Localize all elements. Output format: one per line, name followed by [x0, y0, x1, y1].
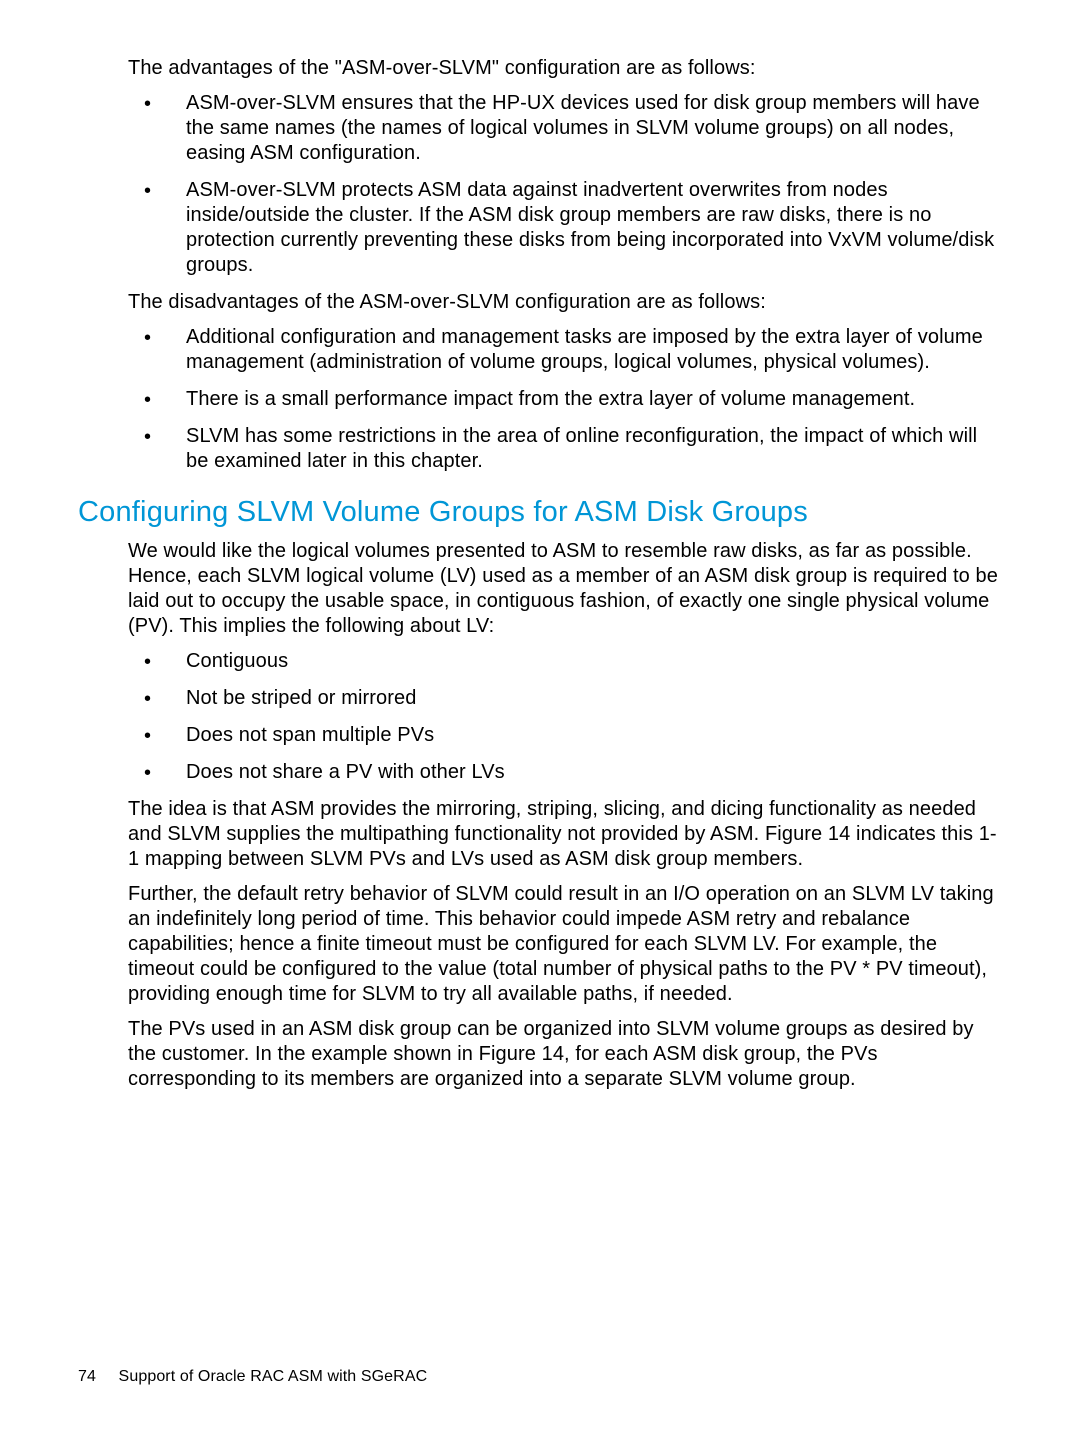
- page-content: The advantages of the "ASM-over-SLVM" co…: [0, 0, 1080, 1092]
- list-item: Does not share a PV with other LVs: [128, 760, 1002, 785]
- list-item: ASM-over-SLVM protects ASM data against …: [128, 178, 1002, 278]
- body-indent-block: The advantages of the "ASM-over-SLVM" co…: [128, 56, 1002, 474]
- page-number: 74: [78, 1368, 96, 1385]
- body-indent-block-2: We would like the logical volumes presen…: [128, 539, 1002, 1092]
- lv-requirements-list: Contiguous Not be striped or mirrored Do…: [128, 649, 1002, 785]
- paragraph-pvs: The PVs used in an ASM disk group can be…: [128, 1017, 1002, 1092]
- list-item: Contiguous: [128, 649, 1002, 674]
- paragraph-lv-intro: We would like the logical volumes presen…: [128, 539, 1002, 639]
- section-heading-configuring-slvm: Configuring SLVM Volume Groups for ASM D…: [78, 496, 1002, 529]
- paragraph-idea: The idea is that ASM provides the mirror…: [128, 797, 1002, 872]
- advantages-intro: The advantages of the "ASM-over-SLVM" co…: [128, 56, 1002, 81]
- paragraph-retry: Further, the default retry behavior of S…: [128, 882, 1002, 1007]
- advantages-list: ASM-over-SLVM ensures that the HP-UX dev…: [128, 91, 1002, 278]
- footer-chapter-title: Support of Oracle RAC ASM with SGeRAC: [119, 1368, 428, 1385]
- list-item: ASM-over-SLVM ensures that the HP-UX dev…: [128, 91, 1002, 166]
- page-footer: 74 Support of Oracle RAC ASM with SGeRAC: [78, 1368, 427, 1386]
- disadvantages-list: Additional configuration and management …: [128, 325, 1002, 474]
- list-item: Does not span multiple PVs: [128, 723, 1002, 748]
- disadvantages-intro: The disadvantages of the ASM-over-SLVM c…: [128, 290, 1002, 315]
- list-item: There is a small performance impact from…: [128, 387, 1002, 412]
- list-item: SLVM has some restrictions in the area o…: [128, 424, 1002, 474]
- list-item: Additional configuration and management …: [128, 325, 1002, 375]
- list-item: Not be striped or mirrored: [128, 686, 1002, 711]
